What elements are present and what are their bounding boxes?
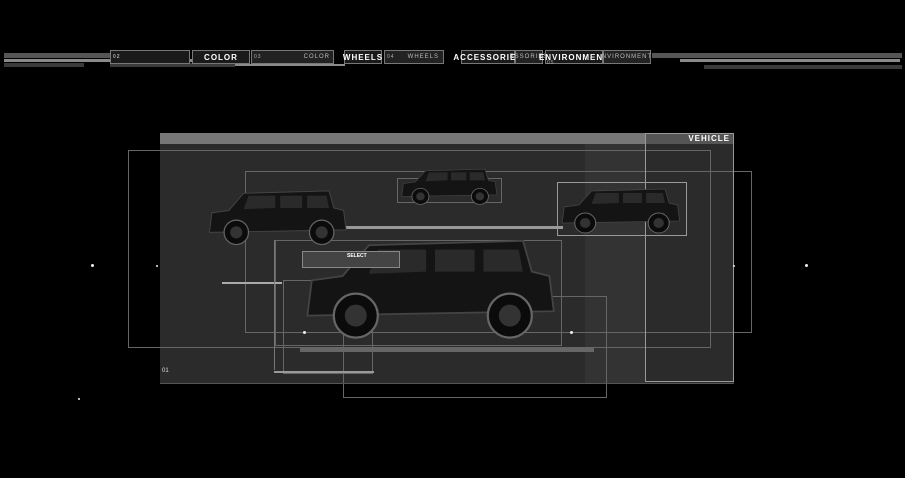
- suv-vehicle-icon[interactable]: [401, 168, 498, 205]
- stage-index: 01: [162, 368, 169, 374]
- suv-vehicle-icon[interactable]: [561, 188, 681, 234]
- suv-vehicle-icon[interactable]: [208, 190, 347, 246]
- select-button[interactable]: SELECT: [302, 251, 400, 268]
- vehicle-gallery: [208, 168, 681, 339]
